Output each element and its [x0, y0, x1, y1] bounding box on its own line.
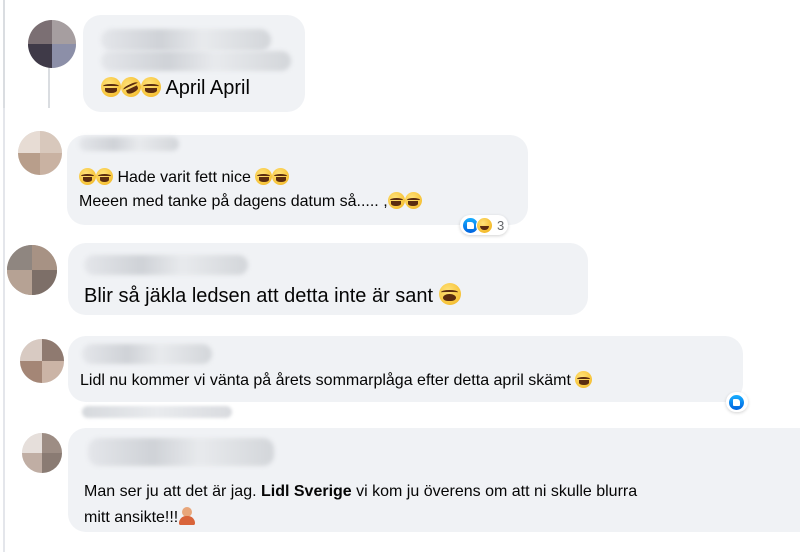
- comment-text: Blir så jäkla ledsen att detta inte är s…: [84, 283, 461, 308]
- author-name-blurred[interactable]: [82, 344, 212, 364]
- laugh-cry-emoji: [387, 192, 405, 209]
- comment-line-1-text: Hade varit fett nice: [117, 169, 251, 186]
- laugh-cry-emoji: [79, 168, 96, 185]
- author-name-blurred-2: [101, 51, 291, 71]
- comment-line-1: Man ser ju att det är jag. Lidl Sverige …: [84, 483, 637, 501]
- crying-emoji: [438, 283, 461, 305]
- reaction-summary[interactable]: 3: [460, 215, 509, 235]
- laugh-cry-emoji: [255, 168, 273, 185]
- laugh-cry-emoji: [141, 77, 161, 97]
- laugh-cry-emoji: [404, 192, 422, 209]
- comment-bubble: Blir så jäkla ledsen att detta inte är s…: [68, 243, 588, 315]
- avatar[interactable]: [20, 339, 64, 383]
- comment-text: Lidl nu kommer vi vänta på årets sommarp…: [80, 371, 593, 390]
- comment-line-2-text: Meeen med tanke på dagens datum så..... …: [79, 193, 388, 210]
- comment-text-label: April April: [161, 77, 250, 99]
- comment-line-2: mitt ansikte!!!: [84, 507, 196, 527]
- comment-text-label: Lidl nu kommer vi vänta på årets sommarp…: [80, 372, 571, 389]
- comment-line-1: Hade varit fett nice: [79, 168, 290, 187]
- author-name-blurred[interactable]: [88, 438, 274, 466]
- avatar[interactable]: [22, 433, 62, 473]
- laugh-cry-emoji: [96, 168, 113, 185]
- comment-text-suffix: vi kom ju överens om att ni skulle blurr…: [351, 483, 638, 500]
- reaction-count: 3: [497, 217, 505, 233]
- author-name-blurred[interactable]: [79, 137, 179, 151]
- author-name-blurred[interactable]: [101, 29, 271, 51]
- laugh-cry-emoji: [101, 77, 121, 97]
- comment-actions-blurred[interactable]: [82, 406, 232, 418]
- comment-bubble: April April: [83, 15, 305, 112]
- avatar[interactable]: [28, 20, 76, 68]
- comment-bubble: Lidl nu kommer vi vänta på årets sommarp…: [68, 336, 743, 402]
- comment-text: April April: [101, 73, 250, 101]
- reaction-summary[interactable]: [726, 392, 748, 412]
- comment-line-2: Meeen med tanke på dagens datum så..... …: [79, 192, 422, 211]
- avatar[interactable]: [18, 131, 62, 175]
- person-shrugging-emoji: [178, 507, 196, 525]
- laugh-cry-emoji: [272, 168, 290, 185]
- comment-text-label: Blir så jäkla ledsen att detta inte är s…: [84, 285, 434, 307]
- avatar[interactable]: [7, 245, 57, 295]
- thread-line-top: [3, 0, 5, 108]
- comment-line-2-text: mitt ansikte!!!: [84, 509, 179, 526]
- author-name-blurred[interactable]: [84, 255, 248, 275]
- comment-bubble: Hade varit fett nice Meeen med tanke på …: [67, 135, 528, 225]
- mention-link[interactable]: Lidl Sverige: [261, 483, 352, 500]
- thread-line-main: [3, 108, 5, 552]
- comment-bubble: Man ser ju att det är jag. Lidl Sverige …: [68, 428, 800, 532]
- like-reaction-icon: [728, 393, 745, 411]
- haha-reaction-icon: [476, 216, 493, 234]
- laugh-cry-emoji: [575, 371, 593, 388]
- comment-text-prefix: Man ser ju att det är jag.: [84, 483, 261, 500]
